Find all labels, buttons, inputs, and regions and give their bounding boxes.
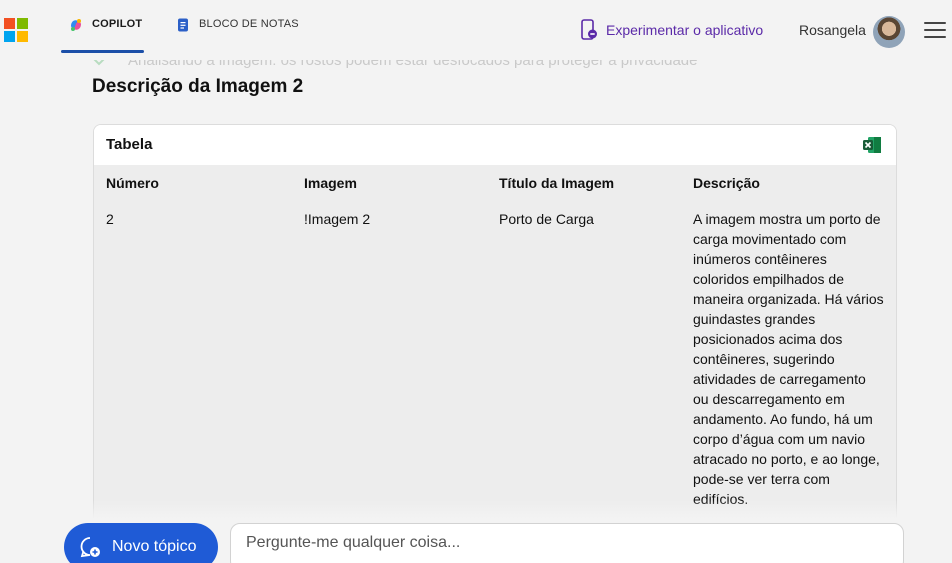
data-table: Número Imagem Título da Imagem Descrição… bbox=[94, 165, 896, 523]
column-header: Número bbox=[106, 175, 159, 191]
copilot-icon bbox=[71, 19, 81, 31]
tab-notebook[interactable]: BLOCO DE NOTAS bbox=[175, 18, 299, 52]
table-title: Tabela bbox=[106, 136, 153, 153]
excel-export-icon[interactable] bbox=[862, 136, 882, 154]
try-app-button[interactable]: Experimentar o aplicativo bbox=[580, 18, 763, 42]
table-cell: A imagem mostra um porto de carga movime… bbox=[693, 211, 884, 507]
notebook-icon bbox=[178, 18, 188, 32]
user-name[interactable]: Rosangela bbox=[799, 22, 866, 38]
table-cell: !Imagem 2 bbox=[304, 211, 371, 227]
column-header: Descrição bbox=[693, 175, 760, 191]
phone-chat-icon bbox=[581, 19, 597, 40]
table-card-header: Tabela bbox=[94, 125, 896, 165]
avatar[interactable] bbox=[873, 16, 905, 48]
new-topic-label: Novo tópico bbox=[112, 538, 197, 555]
table-card: Tabela Número Imagem Título da Imagem De… bbox=[93, 124, 897, 524]
column-header: Imagem bbox=[304, 175, 357, 191]
new-topic-button[interactable]: Novo tópico bbox=[64, 523, 218, 563]
section-title: Descrição da Imagem 2 bbox=[92, 76, 304, 97]
table-cell: 2 bbox=[106, 211, 114, 227]
hamburger-menu-icon[interactable] bbox=[924, 22, 946, 40]
tab-copilot-label: COPILOT bbox=[92, 18, 143, 30]
try-app-label: Experimentar o aplicativo bbox=[606, 22, 764, 38]
tab-notebook-label: BLOCO DE NOTAS bbox=[199, 18, 299, 30]
new-chat-icon bbox=[80, 537, 100, 558]
table-cell: Porto de Carga bbox=[499, 211, 594, 227]
top-bar: COPILOT BLOCO DE NOTAS Experimentar o ap… bbox=[0, 0, 952, 60]
microsoft-logo-icon[interactable] bbox=[4, 18, 28, 42]
active-tab-indicator bbox=[61, 50, 144, 53]
column-header: Título da Imagem bbox=[499, 175, 615, 191]
tab-copilot[interactable]: COPILOT bbox=[68, 18, 142, 52]
ask-input[interactable] bbox=[230, 523, 904, 563]
